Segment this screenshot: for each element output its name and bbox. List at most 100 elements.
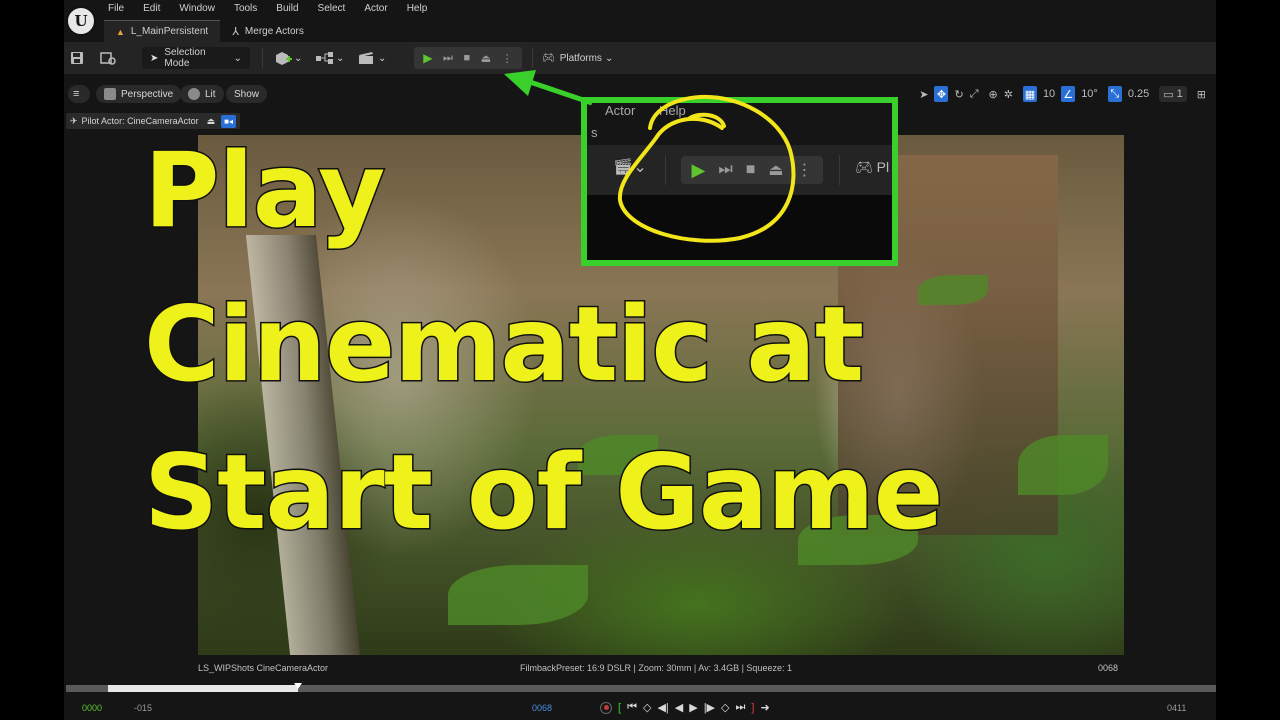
viewport-menu-button[interactable]: ≡ xyxy=(68,85,90,103)
camera-speed-button[interactable]: ▭ 1 xyxy=(1159,86,1187,102)
menu-edit[interactable]: Edit xyxy=(143,3,160,14)
pilot-icon: ✈ xyxy=(70,115,78,126)
world-space-icon[interactable]: ⊕ xyxy=(989,86,998,102)
selection-mode-label: Selection Mode xyxy=(164,47,206,69)
menu-actor[interactable]: Actor xyxy=(364,3,387,14)
scale-tool-icon[interactable]: ⤢ xyxy=(970,86,979,102)
level-tabs: ▲ L_MainPersistent ⅄ Merge Actors xyxy=(104,20,316,42)
menu-tools[interactable]: Tools xyxy=(234,3,257,14)
rotation-snap-icon[interactable]: ∠ xyxy=(1061,86,1076,102)
eject-pilot-icon[interactable]: ⏏ xyxy=(207,116,216,127)
thumbnail-title: Play Cinematic at Start of Game xyxy=(143,126,1144,558)
chevron-down-icon: ⌄ xyxy=(233,52,242,64)
range-start-icon[interactable]: [ xyxy=(618,702,621,714)
title-line-3: Start of Game xyxy=(143,432,945,555)
camera-icon: ▭ xyxy=(1163,88,1174,101)
gamepad-icon: 🎮︎ xyxy=(542,52,555,64)
scale-snap-icon[interactable]: ⤡ xyxy=(1107,86,1122,102)
perspective-label: Perspective xyxy=(121,88,174,100)
menu-file[interactable]: File xyxy=(108,3,124,14)
menu-bar: U File Edit Window Tools Build Select Ac… xyxy=(64,0,1216,36)
step-back-icon[interactable]: ◀| xyxy=(657,701,668,714)
menu-help[interactable]: Help xyxy=(407,3,428,14)
merge-icon: ⅄ xyxy=(232,25,239,38)
hamburger-icon: ≡ xyxy=(73,88,80,100)
step-frame-icon[interactable]: ⏭ xyxy=(443,52,453,65)
chevron-down-icon: ⌄ xyxy=(604,52,614,64)
loop-arrow-icon[interactable]: ➜ xyxy=(760,701,769,714)
rotate-tool-icon[interactable]: ↻ xyxy=(954,86,963,102)
tab-label: Merge Actors xyxy=(244,25,304,37)
play-reverse-icon[interactable]: ◀ xyxy=(675,701,683,714)
menu-build[interactable]: Build xyxy=(276,3,298,14)
cube-icon xyxy=(104,88,116,100)
jump-end-icon[interactable]: ⏭ xyxy=(736,701,746,714)
sequencer-timeline[interactable] xyxy=(66,683,1216,692)
lit-button[interactable]: Lit xyxy=(180,85,224,103)
platforms-label: Platforms xyxy=(559,52,602,64)
show-button[interactable]: Show xyxy=(226,85,268,103)
selection-mode-dropdown[interactable]: ➤ Selection Mode ⌄ xyxy=(142,47,250,69)
callout-menu-help: Help xyxy=(659,103,686,118)
jump-start-icon[interactable]: ⏮ xyxy=(627,701,637,714)
range-end-icon[interactable]: ] xyxy=(751,702,754,714)
scale-snap-value[interactable]: 0.25 xyxy=(1128,86,1149,102)
warning-icon: ▲ xyxy=(116,26,125,37)
next-key-icon[interactable]: ◇ xyxy=(721,701,729,714)
perspective-button[interactable]: Perspective xyxy=(96,85,182,103)
scene-foliage xyxy=(448,565,588,625)
more-options-icon[interactable]: ⋮ xyxy=(502,52,513,65)
main-toolbar: ➤ Selection Mode ⌄ ⌄ ⌄ ⌄ ▶ ⏭ ■ ⏏ ⋮ 🎮︎ Pl… xyxy=(64,42,1216,74)
menu-select[interactable]: Select xyxy=(318,3,346,14)
offset-frame[interactable]: -015 xyxy=(134,703,152,713)
transport-controls: [ ⏮ ◇ ◀| ◀ ▶ |▶ ◇ ⏭ ] ➜ xyxy=(600,701,776,714)
toolbar-divider xyxy=(532,48,533,68)
stop-icon[interactable]: ■ xyxy=(464,52,471,64)
cursor-icon: ➤ xyxy=(150,52,159,64)
blueprint-button[interactable]: ⌄ xyxy=(316,47,344,69)
viewport-status: LS_WIPShots CineCameraActor FilmbackPres… xyxy=(198,663,1118,677)
unreal-logo-icon[interactable]: U xyxy=(66,6,96,36)
chevron-down-icon: ⌄ xyxy=(336,52,345,64)
menu-window[interactable]: Window xyxy=(179,3,215,14)
surface-snap-icon[interactable]: ✲ xyxy=(1004,86,1013,102)
rotation-snap-value[interactable]: 10° xyxy=(1081,86,1098,102)
viewport-tools: ➤ ✥ ↻ ⤢ ⊕ ✲ ▦ 10 ∠ 10° ⤡ 0.25 ▭ 1 ⊞ xyxy=(913,85,1206,103)
playhead-marker[interactable] xyxy=(294,683,302,689)
eject-icon[interactable]: ⏏ xyxy=(481,52,491,65)
camera-speed-value: 1 xyxy=(1176,88,1183,100)
tab-merge-actors[interactable]: ⅄ Merge Actors xyxy=(220,20,316,42)
record-icon[interactable] xyxy=(600,701,612,714)
show-label: Show xyxy=(234,88,260,100)
toolbar-divider xyxy=(262,48,263,68)
prev-key-icon[interactable]: ◇ xyxy=(643,701,651,714)
grid-snap-value[interactable]: 10 xyxy=(1043,86,1055,102)
content-browser-icon[interactable] xyxy=(100,47,116,69)
save-icon[interactable] xyxy=(70,47,84,69)
add-actor-button[interactable]: ⌄ xyxy=(274,47,302,69)
start-frame[interactable]: 0000 xyxy=(82,703,102,713)
step-forward-icon[interactable]: |▶ xyxy=(704,701,715,714)
lit-icon xyxy=(188,88,200,100)
chevron-down-icon: ⌄ xyxy=(294,52,303,64)
platforms-dropdown[interactable]: 🎮︎ Platforms ⌄ xyxy=(542,47,613,69)
grid-snap-icon[interactable]: ▦ xyxy=(1022,86,1037,102)
title-line-2: Cinematic at xyxy=(143,284,866,407)
pilot-actor-label: Pilot Actor: CineCameraActor xyxy=(81,116,199,126)
end-frame[interactable]: 0411 xyxy=(1167,703,1186,713)
frame-counter: 0068 xyxy=(1097,663,1118,673)
tab-label: L_MainPersistent xyxy=(130,26,209,37)
translate-tool-icon[interactable]: ✥ xyxy=(934,86,949,102)
shot-name: LS_WIPShots CineCameraActor xyxy=(198,663,329,673)
tab-main-persistent[interactable]: ▲ L_MainPersistent xyxy=(104,20,221,42)
timeline-played-range xyxy=(108,685,298,692)
cinematics-button[interactable]: ⌄ xyxy=(358,47,386,69)
callout-menu-actor: Actor xyxy=(605,103,636,118)
play-icon[interactable]: ▶ xyxy=(423,51,432,65)
select-tool-icon[interactable]: ➤ xyxy=(919,86,928,102)
chevron-down-icon: ⌄ xyxy=(378,52,387,64)
maximize-viewport-icon[interactable]: ⊞ xyxy=(1197,86,1206,102)
play-forward-icon[interactable]: ▶ xyxy=(689,701,697,714)
filmback-info: FilmbackPreset: 16:9 DSLR | Zoom: 30mm |… xyxy=(520,663,792,673)
current-frame[interactable]: 0068 xyxy=(532,703,552,713)
